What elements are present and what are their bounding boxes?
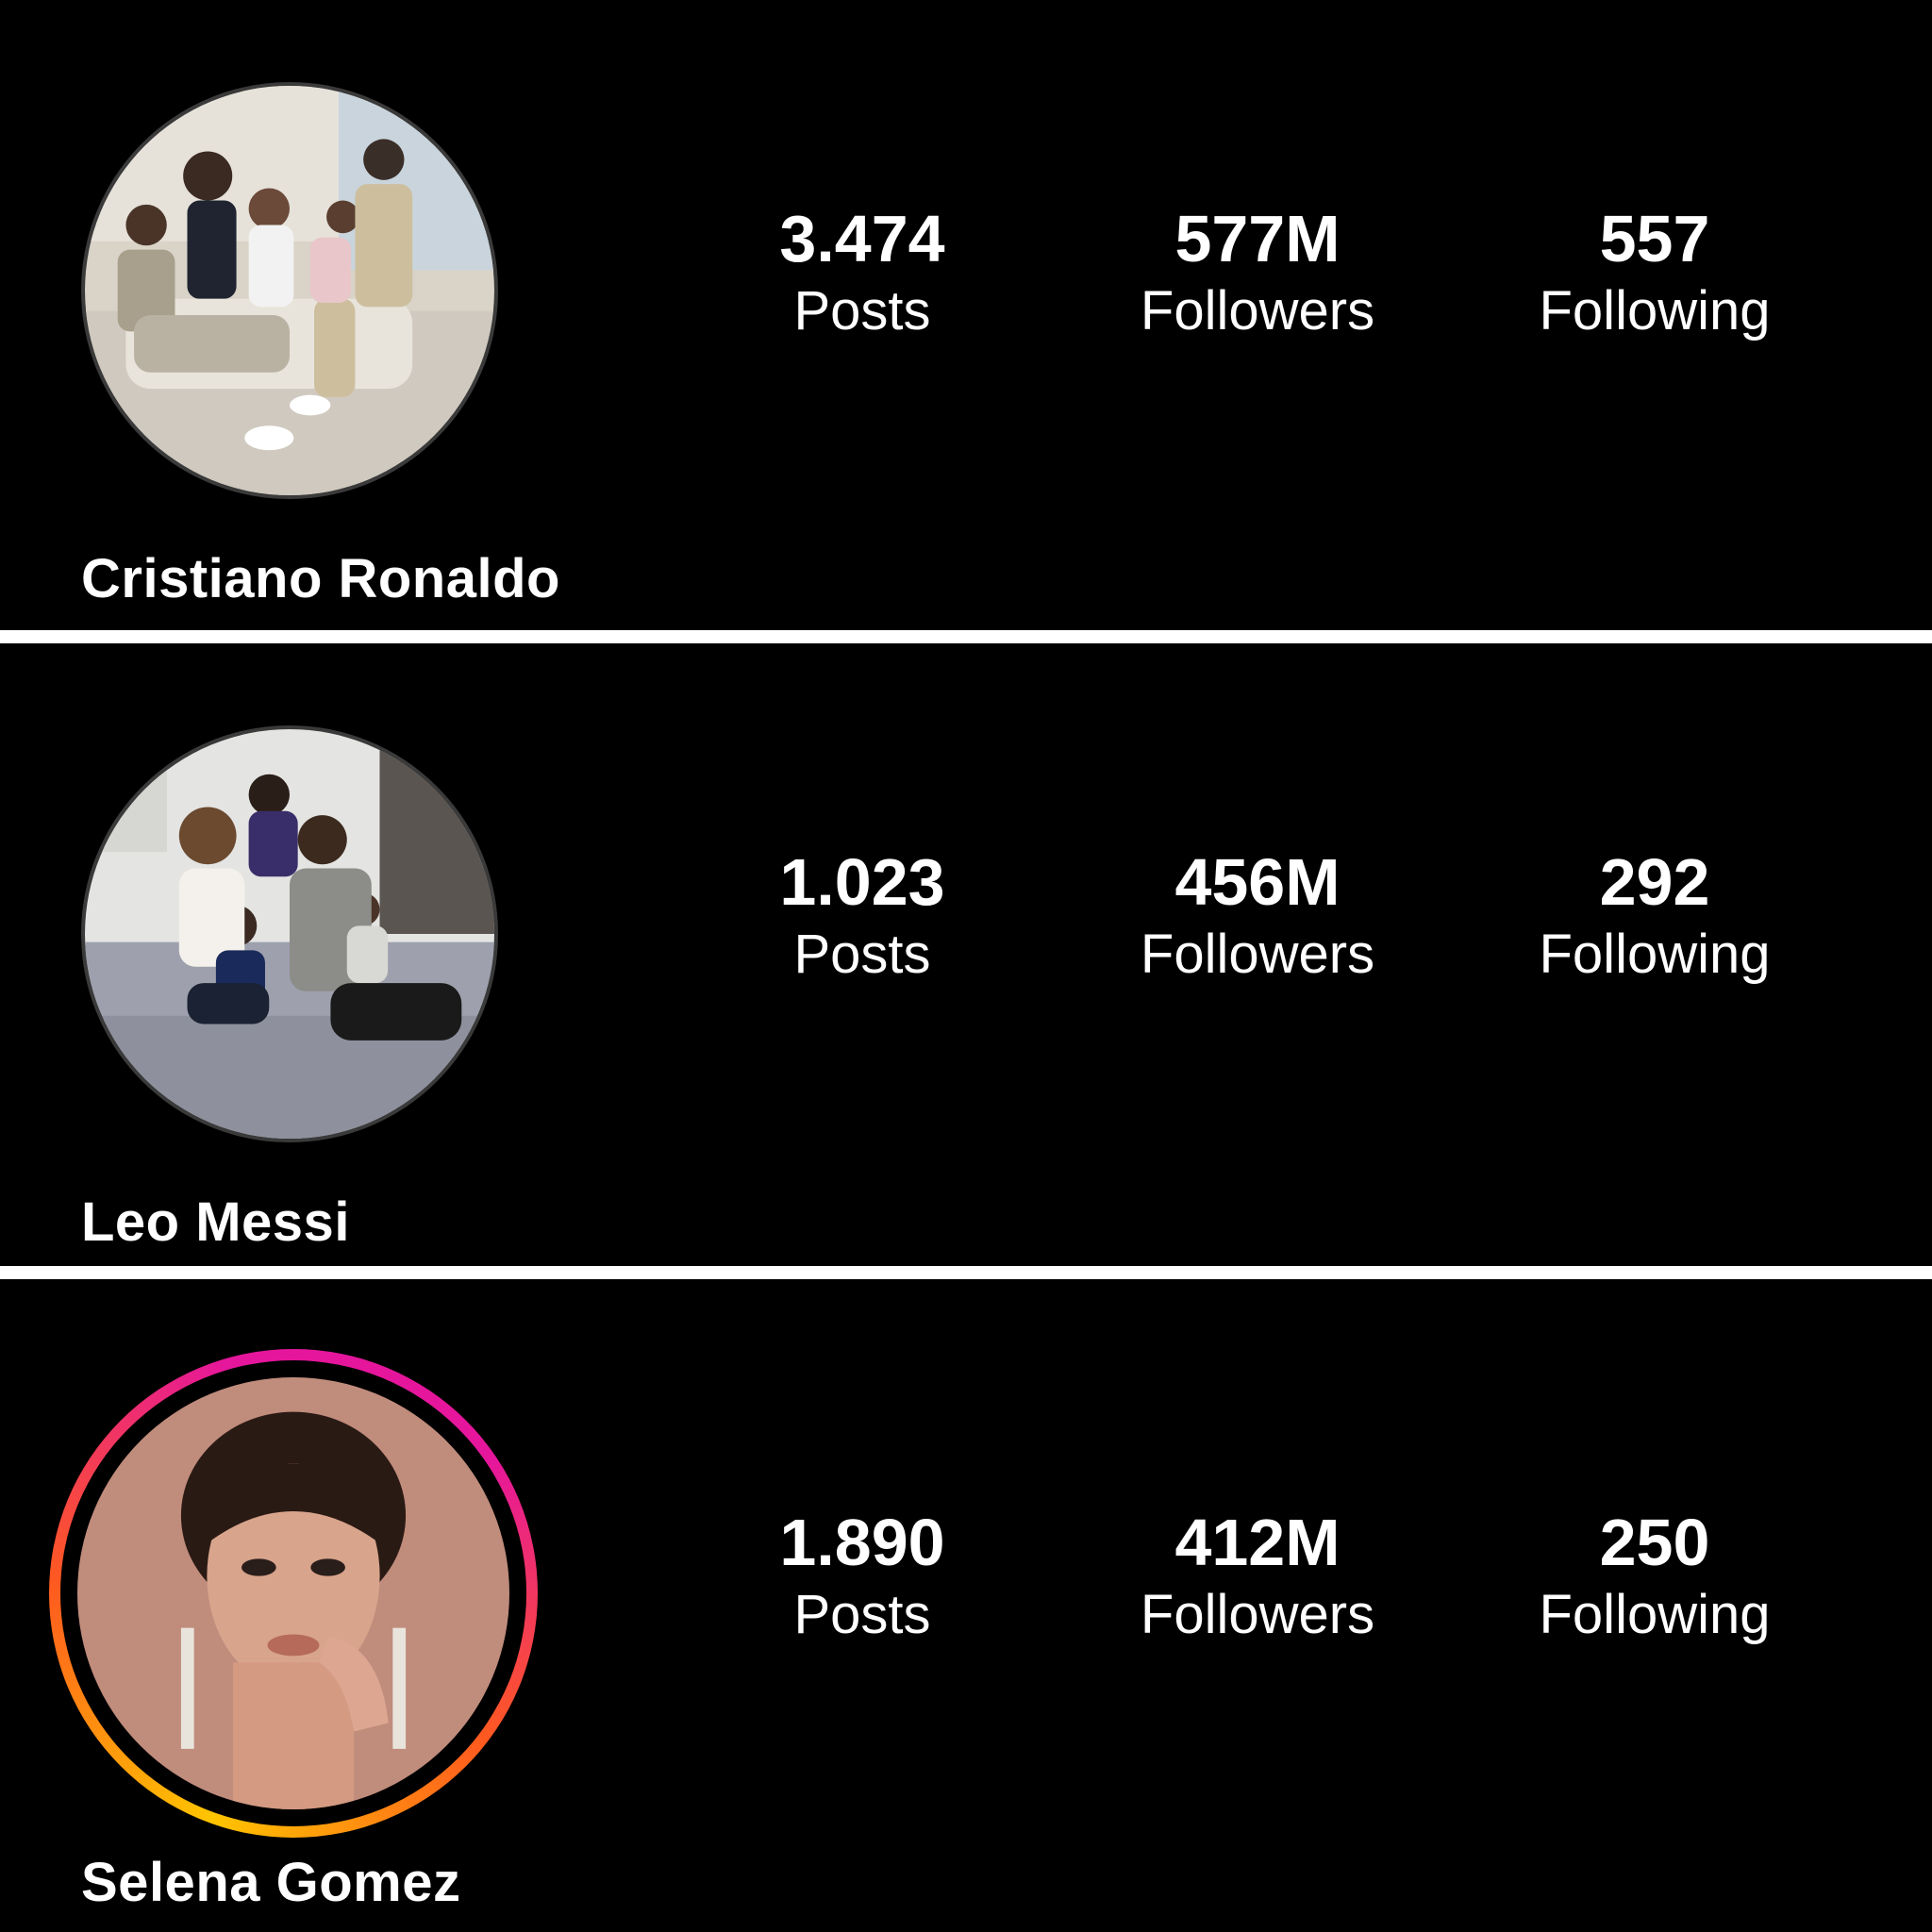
following-label: Following xyxy=(1539,924,1771,985)
section-divider xyxy=(0,1266,1932,1279)
following-count: 250 xyxy=(1599,1506,1710,1579)
profile-header-cristiano-ronaldo: Cristiano Ronaldo 3.474 Posts 577M Follo… xyxy=(0,0,1932,630)
following-count: 292 xyxy=(1599,845,1710,919)
posts-count: 3.474 xyxy=(779,202,945,275)
followers-stat[interactable]: 412M Followers xyxy=(1107,1504,1408,1649)
followers-label: Followers xyxy=(1140,280,1375,341)
followers-label: Followers xyxy=(1140,924,1375,985)
following-count: 557 xyxy=(1599,202,1710,275)
posts-stat[interactable]: 3.474 Posts xyxy=(711,200,1013,345)
followers-count: 577M xyxy=(1174,202,1341,275)
profile-name: Selena Gomez xyxy=(81,1852,461,1913)
profile-name: Cristiano Ronaldo xyxy=(81,548,560,609)
portrait-photo-icon xyxy=(77,1377,509,1809)
followers-label: Followers xyxy=(1140,1584,1375,1645)
posts-stat[interactable]: 1.023 Posts xyxy=(711,843,1013,989)
followers-count: 412M xyxy=(1174,1506,1341,1579)
posts-count: 1.023 xyxy=(779,845,945,919)
following-label: Following xyxy=(1539,1584,1771,1645)
posts-label: Posts xyxy=(793,924,931,985)
profile-avatar[interactable] xyxy=(81,725,498,1142)
following-label: Following xyxy=(1539,280,1771,341)
posts-label: Posts xyxy=(793,280,931,341)
profile-avatar[interactable] xyxy=(77,1377,509,1809)
family-photo-icon xyxy=(85,86,494,495)
followers-stat[interactable]: 456M Followers xyxy=(1107,843,1408,989)
profile-header-selena-gomez: Selena Gomez 1.890 Posts 412M Followers … xyxy=(0,1279,1932,1932)
following-stat[interactable]: 292 Following xyxy=(1504,843,1806,989)
posts-label: Posts xyxy=(793,1584,931,1645)
followers-stat[interactable]: 577M Followers xyxy=(1107,200,1408,345)
posts-stat[interactable]: 1.890 Posts xyxy=(711,1504,1013,1649)
story-ring[interactable] xyxy=(49,1349,538,1838)
following-stat[interactable]: 250 Following xyxy=(1504,1504,1806,1649)
followers-count: 456M xyxy=(1174,845,1341,919)
section-divider xyxy=(0,630,1932,643)
posts-count: 1.890 xyxy=(779,1506,945,1579)
profile-header-leo-messi: Leo Messi 1.023 Posts 456M Followers 292… xyxy=(0,643,1932,1266)
family-photo-icon xyxy=(85,729,494,1139)
following-stat[interactable]: 557 Following xyxy=(1504,200,1806,345)
profile-avatar[interactable] xyxy=(81,82,498,499)
profile-name: Leo Messi xyxy=(81,1191,350,1253)
